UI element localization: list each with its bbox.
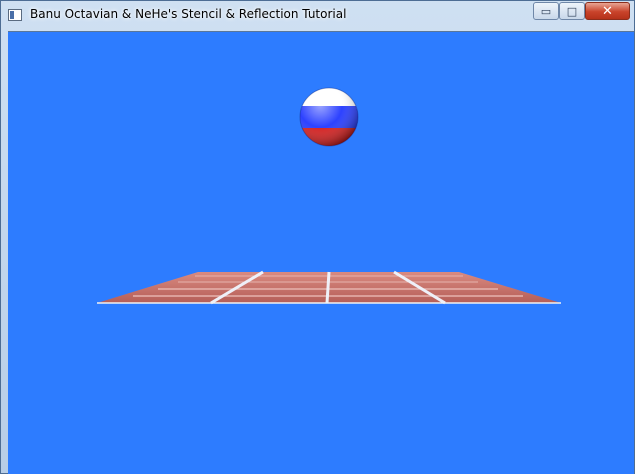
close-icon: ✕ xyxy=(602,3,613,19)
striped-ball xyxy=(299,87,359,147)
reflective-floor xyxy=(97,270,561,305)
window-title: Banu Octavian & NeHe's Stencil & Reflect… xyxy=(30,7,347,21)
minimize-icon: ▭ xyxy=(540,4,552,18)
maximize-icon: □ xyxy=(566,4,578,18)
close-button[interactable]: ✕ xyxy=(585,2,630,20)
opengl-viewport[interactable] xyxy=(8,31,634,474)
scene-canvas xyxy=(97,87,561,305)
minimize-button[interactable]: ▭ xyxy=(533,2,559,20)
app-window-icon xyxy=(8,9,22,21)
app-window: Banu Octavian & NeHe's Stencil & Reflect… xyxy=(0,0,635,474)
maximize-button[interactable]: □ xyxy=(559,2,585,20)
title-bar[interactable]: Banu Octavian & NeHe's Stencil & Reflect… xyxy=(1,1,634,30)
